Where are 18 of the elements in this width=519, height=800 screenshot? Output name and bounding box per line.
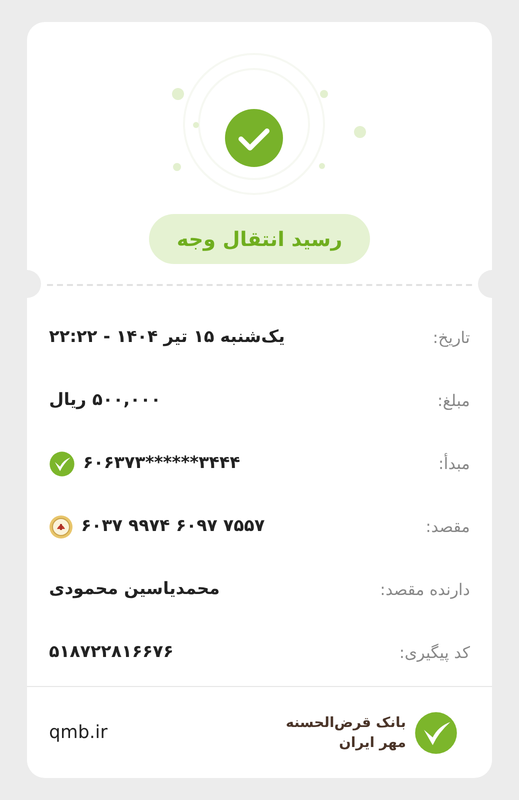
field-value: ۵۰۰,۰۰۰ ریال [49,388,161,412]
field-label: مبلغ: [437,390,470,412]
field-label: کد پیگیری: [399,642,470,664]
field-value: ۶۰۶۳۷۳******۳۴۴۴ [83,452,240,475]
bank-name: بانک قرض‌الحسنه مهر ایران [286,714,406,752]
field-label: دارنده مقصد: [380,578,470,601]
field-value: ۶۰۳۷ ۹۹۷۴ ۶۰۹۷ ۷۵۵۷ [81,514,265,538]
website-link[interactable]: qmb.ir [49,719,108,746]
field-value: محمدیاسین محمودی [49,578,220,601]
check-logo-icon [49,450,75,476]
field-label: مقصد: [426,516,470,538]
field-value: ۵۱۸۷۲۲۸۱۶۶۷۶ [49,640,174,664]
receipt-title: رسید انتقال وجه [148,214,370,264]
field-value: یک‌شنبه ۱۵ تیر ۱۴۰۴ - ۲۲:۲۲ [49,326,285,349]
field-label: تاریخ: [432,326,470,349]
seal-icon [49,514,73,538]
bank-logo-icon [414,710,458,754]
field-label: مبدأ: [438,452,470,474]
